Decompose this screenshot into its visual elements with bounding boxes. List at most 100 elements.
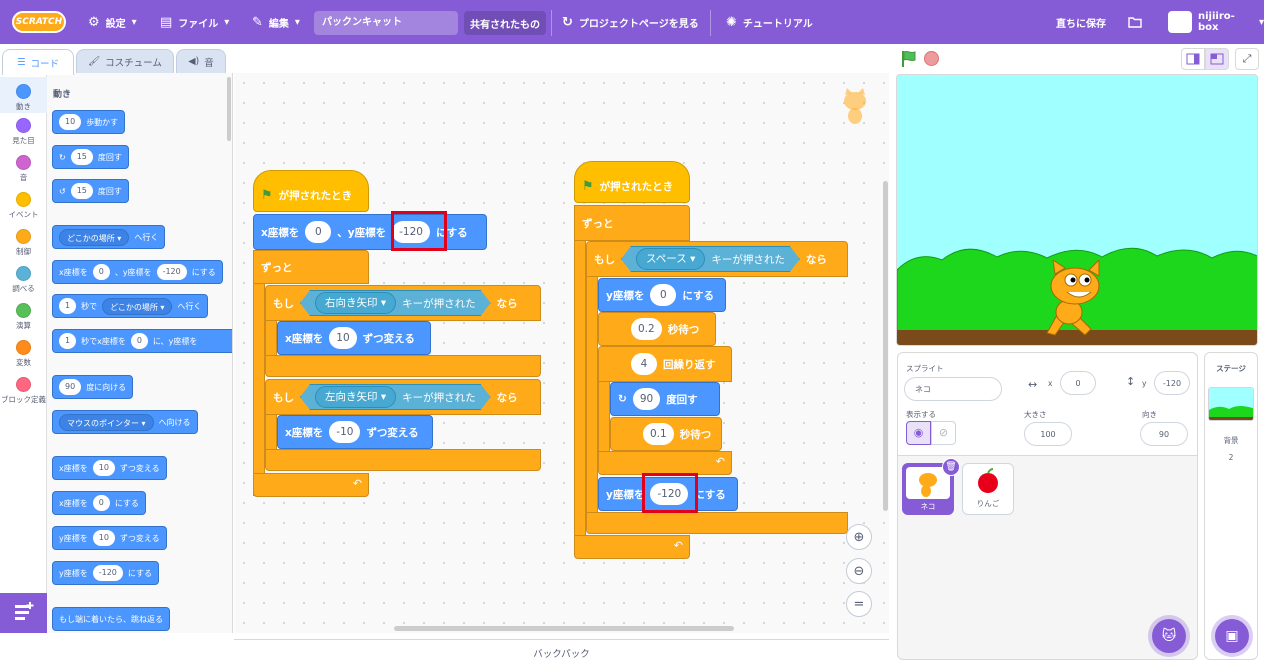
block-input[interactable]: 0 <box>92 495 110 511</box>
value-input[interactable]: 90 <box>632 388 661 410</box>
key-pressed-sensor[interactable]: 右向き矢印 ▾ キーが押された <box>300 290 491 316</box>
sprite-thumb-apple[interactable]: りんご <box>962 463 1014 515</box>
add-backdrop-button[interactable]: ▣ <box>1215 619 1249 653</box>
save-now-button[interactable]: 直ちに保存 <box>1056 0 1106 44</box>
value-input[interactable]: -10 <box>329 421 361 443</box>
block-input[interactable]: 0 <box>130 333 148 349</box>
if-left-arrow-block[interactable]: もし 左向き矢印 ▾ キーが押された なら <box>265 379 541 415</box>
code-area[interactable]: ⚑ が押されたとき x座標を 0 、y座標を -120 にする ずっと ↶ もし 右向き矢印… <box>234 73 889 633</box>
x-input[interactable]: 0 <box>305 221 332 243</box>
tab-code[interactable]: ☰ コード <box>2 49 74 75</box>
share-button[interactable]: 共有されたもの <box>464 11 546 35</box>
direction-input[interactable]: 90 <box>1140 422 1188 446</box>
block-input[interactable]: 1 <box>59 333 77 349</box>
value-input[interactable]: 0 <box>650 284 677 306</box>
category-events[interactable]: イベント <box>0 189 47 220</box>
add-sprite-button[interactable]: 🐱 <box>1152 619 1186 653</box>
project-title-input[interactable]: パックンキャット <box>314 11 458 35</box>
category-my-blocks[interactable]: ブロック定義 <box>0 374 47 405</box>
tutorials-button[interactable]: ✺ チュートリアル <box>726 0 813 44</box>
normal-stage-button[interactable] <box>1205 48 1229 70</box>
goto-xy-block[interactable]: x座標を 0 、y座標を -120 にする <box>253 214 487 250</box>
eye-off-icon[interactable]: ⊘ <box>931 421 956 445</box>
project-page-button[interactable]: ↻ プロジェクトページを見る <box>562 0 699 44</box>
palette-block-goto[interactable]: どこかの場所 ▾ へ行く <box>52 225 166 249</box>
if-space-block[interactable]: もし スペース ▾ キーが押された なら <box>586 241 848 277</box>
value-input[interactable]: 0.2 <box>631 318 662 340</box>
zoom-in-button[interactable]: ⊕ <box>846 524 872 550</box>
category-operators[interactable]: 演算 <box>0 300 47 331</box>
sprite-thumb-cat[interactable]: ネコ 🗑 <box>902 458 960 515</box>
small-stage-button[interactable] <box>1181 48 1205 70</box>
if-right-arrow-block[interactable]: もし 右向き矢印 ▾ キーが押された なら <box>265 285 541 321</box>
tab-costume[interactable]: 🖌 コスチューム <box>76 49 174 73</box>
key-dropdown[interactable]: スペース ▾ <box>636 248 705 270</box>
category-control[interactable]: 制御 <box>0 226 47 257</box>
repeat-block[interactable]: 4 回繰り返す <box>598 346 732 382</box>
block-input[interactable]: 15 <box>70 149 93 165</box>
category-looks[interactable]: 見た目 <box>0 115 47 146</box>
file-menu[interactable]: ▤ ファイル ▾ <box>160 0 229 44</box>
palette-block-change-x[interactable]: x座標を 10 ずつ変える <box>52 456 167 480</box>
size-input[interactable]: 100 <box>1024 422 1072 446</box>
add-extension-button[interactable] <box>0 593 47 633</box>
wait-block-2[interactable]: 0.1 秒待つ <box>610 417 722 451</box>
folder-icon[interactable] <box>1128 0 1142 44</box>
forever-block-2[interactable]: ずっと <box>574 205 690 241</box>
change-x-block-2[interactable]: x座標を -10 ずつ変える <box>277 415 433 449</box>
block-input[interactable]: 10 <box>92 460 115 476</box>
block-input[interactable]: 15 <box>70 183 93 199</box>
zoom-out-button[interactable]: ⊖ <box>846 558 872 584</box>
when-flag-clicked-hat-1[interactable]: ⚑ が押されたとき <box>253 170 369 212</box>
eye-icon[interactable]: ◉ <box>906 421 931 445</box>
block-dropdown[interactable]: マウスのポインター ▾ <box>59 413 154 431</box>
category-motion[interactable]: 動き <box>0 77 47 113</box>
backpack-bar[interactable]: バックパック <box>234 639 889 666</box>
turn-block[interactable]: ↻ 90 度回す <box>610 382 720 416</box>
wait-block-1[interactable]: 0.2 秒待つ <box>598 312 716 346</box>
value-input[interactable]: 0.1 <box>643 423 674 445</box>
x-position-input[interactable]: 0 <box>1060 371 1096 395</box>
palette-block-set-x[interactable]: x座標を 0 にする <box>52 491 146 515</box>
tab-sound[interactable]: ◀) 音 <box>176 49 226 73</box>
stage-canvas[interactable] <box>896 74 1258 346</box>
category-variables[interactable]: 変数 <box>0 337 47 368</box>
palette-block-glidexy[interactable]: 1 秒でx座標を 0 に、y座標を <box>52 329 232 353</box>
block-input[interactable]: 10 <box>92 530 115 546</box>
zoom-reset-button[interactable]: = <box>846 591 872 617</box>
palette-block-bounce[interactable]: もし端に着いたら、跳ね返る <box>52 607 170 631</box>
key-dropdown[interactable]: 左向き矢印 ▾ <box>315 386 396 408</box>
vertical-scrollbar[interactable] <box>883 181 888 511</box>
key-pressed-sensor[interactable]: スペース ▾ キーが押された <box>621 246 800 272</box>
set-y-block-1[interactable]: y座標を 0 にする <box>598 278 726 312</box>
block-dropdown[interactable]: どこかの場所 ▾ <box>102 297 173 315</box>
palette-block-move[interactable]: 10 歩動かす <box>52 110 126 134</box>
sprite-name-input[interactable]: ネコ <box>904 377 1002 401</box>
block-input[interactable]: -120 <box>92 565 123 581</box>
cat-sprite[interactable] <box>1037 260 1109 340</box>
block-input[interactable]: 1 <box>59 298 77 314</box>
stage-selector[interactable]: ステージ 背景 2 ▣ <box>1204 352 1258 660</box>
y-position-input[interactable]: -120 <box>1154 371 1190 395</box>
palette-block-gotoxy[interactable]: x座標を 0 、y座標を -120 にする <box>52 260 223 284</box>
settings-menu[interactable]: ⚙ 設定 ▾ <box>88 0 137 44</box>
palette-block-turn-right[interactable]: ↻ 15 度回す <box>52 145 129 169</box>
block-input[interactable]: -120 <box>156 264 187 280</box>
category-sensing[interactable]: 調べる <box>0 263 47 294</box>
change-x-block[interactable]: x座標を 10 ずつ変える <box>277 321 431 355</box>
palette-block-change-y[interactable]: y座標を 10 ずつ変える <box>52 526 167 550</box>
value-input[interactable]: 4 <box>631 353 657 375</box>
avatar[interactable] <box>1168 11 1192 33</box>
key-dropdown[interactable]: 右向き矢印 ▾ <box>315 292 396 314</box>
key-pressed-sensor[interactable]: 左向き矢印 ▾ キーが押された <box>300 384 491 410</box>
block-input[interactable]: 0 <box>92 264 110 280</box>
forever-block-1[interactable]: ずっと <box>253 250 369 284</box>
delete-icon[interactable]: 🗑 <box>942 458 960 476</box>
block-input[interactable]: 10 <box>59 114 82 130</box>
horizontal-scrollbar[interactable] <box>394 626 734 631</box>
palette-scrollbar[interactable] <box>227 77 231 141</box>
block-dropdown[interactable]: どこかの場所 ▾ <box>59 228 130 246</box>
scratch-logo[interactable]: SCRATCH <box>12 11 66 33</box>
category-sound[interactable]: 音 <box>0 152 47 183</box>
palette-block-point-towards[interactable]: マウスのポインター ▾ へ向ける <box>52 410 198 434</box>
